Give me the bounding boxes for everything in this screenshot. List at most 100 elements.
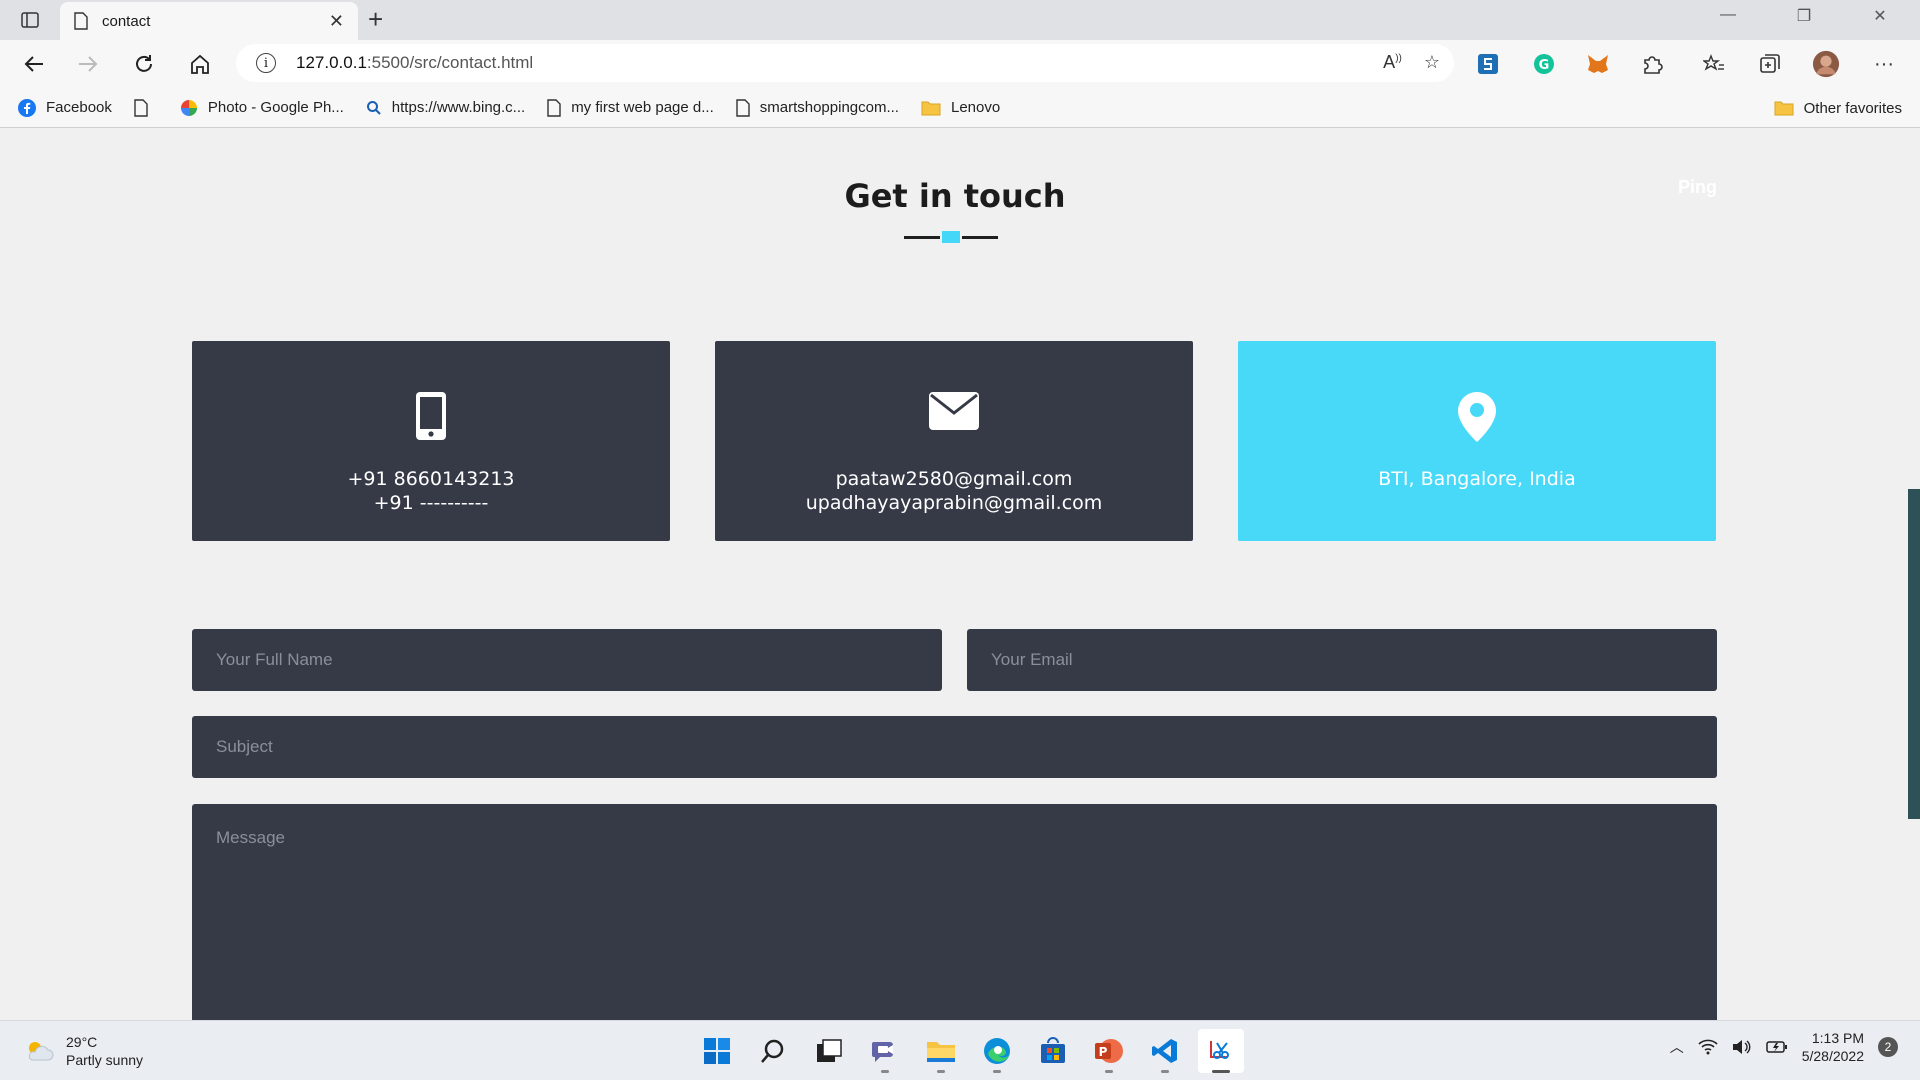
- new-tab-button[interactable]: +: [368, 4, 383, 35]
- bookmark-folder-lenovo[interactable]: Lenovo: [921, 99, 1000, 116]
- read-aloud-icon[interactable]: A)): [1383, 52, 1402, 73]
- chat-icon: [872, 1042, 893, 1062]
- windows-icon: [704, 1038, 730, 1064]
- tab-actions-icon: [21, 12, 39, 28]
- email-primary: paataw2580@gmail.com: [835, 468, 1073, 490]
- message-textarea[interactable]: Message: [192, 804, 1717, 1020]
- tab-contact[interactable]: contact ✕: [60, 2, 358, 40]
- page-title: Get in touch: [844, 177, 1066, 215]
- extensions-puzzle-icon[interactable]: [1638, 50, 1666, 78]
- svg-text:G: G: [1539, 58, 1550, 73]
- location-text: BTI, Bangalore, India: [1378, 468, 1576, 490]
- back-arrow-icon: [24, 56, 43, 72]
- vscode-icon: [1152, 1039, 1177, 1063]
- task-view-icon: [817, 1039, 842, 1062]
- site-info-icon[interactable]: i: [256, 53, 276, 73]
- email-card: paataw2580@gmail.com upadhayayaprabin@gm…: [715, 341, 1193, 541]
- file-explorer-button[interactable]: [918, 1029, 964, 1073]
- google-photos-icon: [180, 99, 198, 117]
- bookmark-page[interactable]: [134, 98, 158, 117]
- url-input[interactable]: i 127.0.0.1:5500/src/contact.html A)) ☆: [236, 44, 1454, 82]
- tab-strip: contact ✕ + — ❐ ✕: [0, 0, 1920, 40]
- title-divider: [904, 231, 998, 243]
- forward-arrow-icon: [79, 56, 98, 72]
- bookmark-first-web-page[interactable]: my first web page d...: [547, 98, 714, 117]
- back-button[interactable]: [18, 50, 50, 78]
- store-button[interactable]: [1030, 1029, 1076, 1073]
- full-name-placeholder: Your Full Name: [216, 650, 333, 669]
- profile-avatar[interactable]: [1812, 50, 1840, 78]
- subject-input[interactable]: Subject: [192, 716, 1717, 778]
- full-name-input[interactable]: Your Full Name: [192, 629, 942, 691]
- url-host: 127.0.0.1: [296, 53, 367, 72]
- refresh-icon: [136, 55, 152, 72]
- favorites-icon[interactable]: [1700, 50, 1728, 78]
- powerpoint-button[interactable]: P: [1086, 1029, 1132, 1073]
- location-card: BTI, Bangalore, India: [1238, 341, 1716, 541]
- edge-button[interactable]: [974, 1029, 1020, 1073]
- task-view-button[interactable]: [806, 1029, 852, 1073]
- chevron-up-icon[interactable]: ︿: [1670, 1037, 1684, 1057]
- email-secondary: upadhayayaprabin@gmail.com: [805, 492, 1103, 514]
- grammarly-icon[interactable]: G: [1530, 50, 1558, 78]
- system-tray: ︿ 1:13 PM 5/28/2022 2: [1670, 1029, 1898, 1065]
- phone-icon: [192, 391, 670, 441]
- search-icon: [761, 1039, 784, 1063]
- close-window-icon[interactable]: ✕: [1856, 6, 1904, 26]
- forward-button[interactable]: [72, 50, 104, 78]
- message-placeholder: Message: [216, 828, 285, 847]
- bookmark-label: Facebook: [46, 99, 112, 116]
- close-tab-icon[interactable]: ✕: [329, 11, 344, 32]
- ping-label: Ping: [1678, 177, 1717, 197]
- location-pin-icon: [1238, 391, 1716, 443]
- url-path: :5500/src/contact.html: [366, 53, 534, 72]
- bookmark-smartshopping[interactable]: smartshoppingcom...: [736, 98, 899, 117]
- weather-condition: Partly sunny: [66, 1052, 144, 1068]
- bookmark-facebook[interactable]: Facebook: [18, 98, 112, 117]
- clock[interactable]: 1:13 PM 5/28/2022: [1802, 1029, 1864, 1065]
- bookmark-label: Photo - Google Ph...: [207, 99, 344, 116]
- volume-icon[interactable]: [1732, 1039, 1752, 1055]
- refresh-button[interactable]: [128, 50, 160, 78]
- tab-title: contact: [102, 12, 151, 30]
- svg-text:P: P: [1099, 1045, 1108, 1059]
- restore-icon[interactable]: ❐: [1780, 6, 1828, 26]
- tab-actions-button[interactable]: [12, 8, 48, 32]
- contact-page: Get in touch Ping +91 8660143213 +91 ---…: [0, 129, 1920, 1020]
- partly-sunny-icon: [28, 1042, 54, 1061]
- phone-secondary: +91 ----------: [373, 492, 489, 514]
- other-favorites-label: Other favorites: [1803, 99, 1902, 117]
- taskbar: 29°C Partly sunny P ︿ 1:13 PM 5/28/2022 …: [0, 1020, 1920, 1080]
- bookmark-google-photos[interactable]: Photo - Google Ph...: [180, 99, 344, 117]
- folder-icon: [921, 100, 941, 116]
- teams-chat-button[interactable]: [862, 1029, 908, 1073]
- email-input[interactable]: Your Email: [967, 629, 1717, 691]
- minimize-icon[interactable]: —: [1704, 6, 1752, 26]
- metamask-icon[interactable]: [1584, 50, 1612, 78]
- home-icon: [191, 54, 209, 74]
- clock-date: 5/28/2022: [1801, 1048, 1864, 1064]
- weather-widget[interactable]: 29°C Partly sunny: [24, 1033, 143, 1069]
- wifi-icon[interactable]: [1698, 1039, 1718, 1055]
- page-scrollbar[interactable]: [1908, 489, 1920, 819]
- collections-icon[interactable]: [1756, 50, 1784, 78]
- add-favorite-icon[interactable]: ☆: [1424, 52, 1440, 73]
- taskbar-apps: P: [694, 1029, 1244, 1073]
- window-controls: — ❐ ✕: [1704, 6, 1904, 26]
- bookmark-label: Lenovo: [950, 99, 1001, 116]
- battery-icon[interactable]: [1765, 1040, 1788, 1054]
- snipping-tool-button[interactable]: [1198, 1029, 1244, 1073]
- start-button[interactable]: [694, 1029, 740, 1073]
- notification-badge[interactable]: 2: [1878, 1037, 1898, 1057]
- bookmark-bing[interactable]: https://www.bing.c...: [366, 99, 525, 116]
- snipping-tool-icon: [1210, 1041, 1229, 1059]
- vscode-button[interactable]: [1142, 1029, 1188, 1073]
- search-icon: [366, 100, 382, 116]
- bookmark-label: https://www.bing.c...: [391, 99, 526, 116]
- search-button[interactable]: [750, 1029, 796, 1073]
- other-favorites-folder[interactable]: Other favorites: [1774, 88, 1902, 128]
- more-menu-icon[interactable]: ···: [1870, 50, 1898, 78]
- extension-s-icon[interactable]: [1474, 50, 1502, 78]
- home-button[interactable]: [184, 50, 216, 78]
- phone-card: +91 8660143213 +91 ----------: [192, 341, 670, 541]
